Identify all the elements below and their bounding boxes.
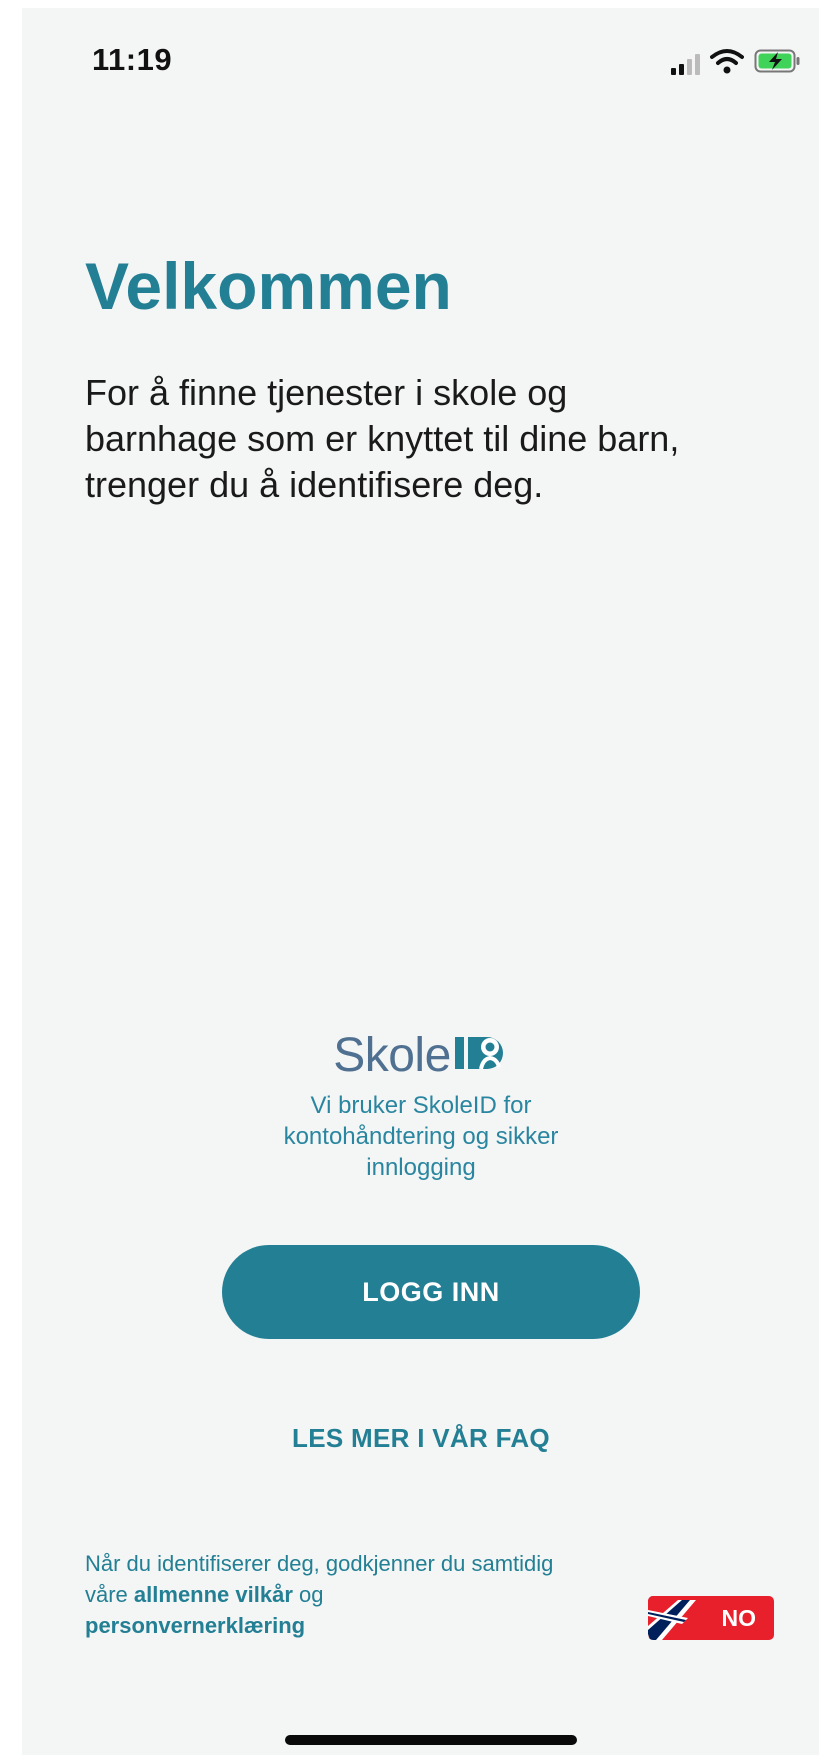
welcome-screen: 11:19 Velkommen For å finne tjenester i … bbox=[22, 8, 819, 1755]
skoleid-id-mark-icon bbox=[454, 1034, 509, 1077]
intro-text: For å finne tjenester i skole og barnhag… bbox=[85, 372, 680, 505]
battery-charging-icon bbox=[754, 48, 802, 79]
norway-flag-icon bbox=[648, 1596, 712, 1640]
skoleid-logo-text: Skole bbox=[333, 1029, 451, 1082]
terms-link[interactable]: allmenne vilkår bbox=[134, 1582, 293, 1607]
privacy-link[interactable]: personvernerklæring bbox=[85, 1613, 305, 1638]
language-code: NO bbox=[721, 1605, 757, 1631]
language-selector-button[interactable]: NO bbox=[648, 1596, 774, 1640]
status-bar: 11:19 bbox=[22, 8, 819, 108]
status-time: 11:19 bbox=[92, 42, 173, 77]
skoleid-description: Vi bruker SkoleID for kontohåndtering og… bbox=[283, 1092, 559, 1181]
home-indicator[interactable] bbox=[285, 1735, 577, 1745]
page-title: Velkommen bbox=[85, 249, 452, 323]
consent-joiner: og bbox=[292, 1582, 324, 1607]
status-icons bbox=[671, 48, 802, 79]
consent-text: Når du identifiserer deg, godkjenner du … bbox=[85, 1548, 565, 1641]
login-button[interactable]: LOGG INN bbox=[222, 1245, 640, 1339]
faq-link[interactable]: LES MER I VÅR FAQ bbox=[22, 1423, 819, 1454]
skoleid-logo: Skole bbox=[22, 1028, 819, 1083]
wifi-icon bbox=[710, 48, 744, 79]
cellular-signal-icon bbox=[671, 53, 700, 75]
